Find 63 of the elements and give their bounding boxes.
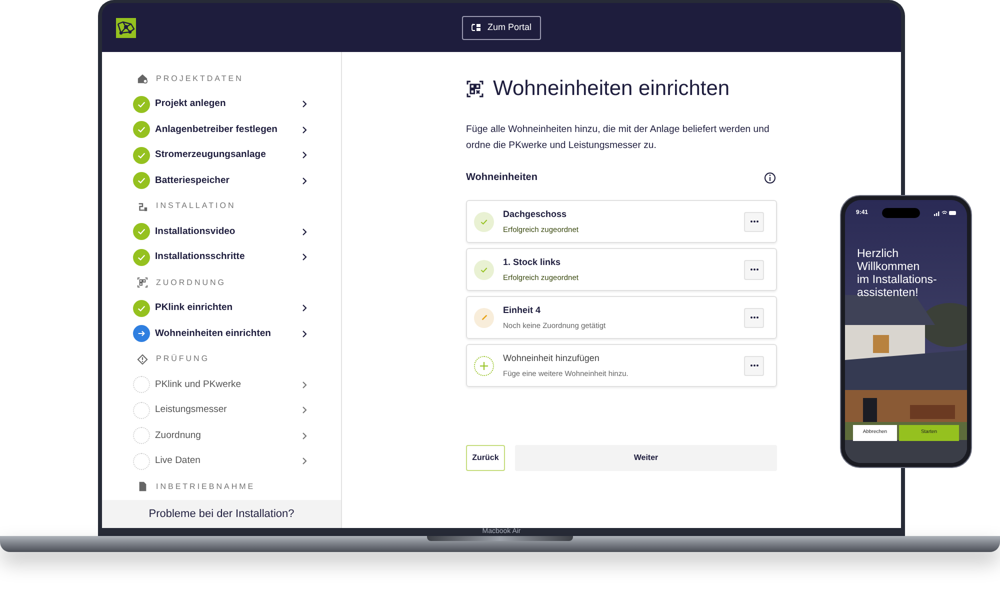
info-icon[interactable]: [764, 172, 776, 184]
camera-notch: [882, 208, 920, 218]
chevron-right-icon: [302, 176, 307, 185]
section-heading: INBETRIEBNAHME: [156, 480, 256, 493]
back-button[interactable]: Zurück: [466, 445, 505, 471]
sidebar-item[interactable]: Zuordnung: [102, 423, 341, 448]
house-icon: [137, 73, 148, 84]
more-button[interactable]: [744, 356, 764, 376]
more-button[interactable]: [744, 260, 764, 280]
check-icon: [474, 260, 494, 280]
sidebar-item[interactable]: Batteriespeicher: [102, 168, 341, 194]
chevron-right-icon: [302, 330, 307, 338]
section-heading: INSTALLATION: [156, 200, 236, 212]
section-heading: PRÜFUNG: [156, 353, 210, 366]
plug-icon: [137, 200, 148, 212]
chevron-right-icon: [302, 126, 307, 134]
check-icon: [474, 212, 494, 232]
portal-icon: [471, 23, 482, 32]
pencil-icon: [474, 308, 494, 328]
unit-name: Dachgeschoss: [503, 208, 568, 221]
sidebar-item[interactable]: PKlink und PKwerke: [102, 372, 341, 398]
page-title: Wohneinheiten einrichten: [493, 76, 730, 102]
portal-button[interactable]: Zum Portal: [462, 16, 540, 40]
more-icon: [750, 220, 758, 223]
document-icon: [137, 481, 148, 492]
qr-code-icon: [137, 277, 148, 288]
status-icons: [934, 210, 956, 216]
chevron-right-icon: [302, 406, 307, 414]
section-heading: PROJEKTDATEN: [156, 72, 244, 85]
sidebar-item[interactable]: Installationsvideo: [102, 219, 341, 244]
chevron-right-icon: [302, 253, 307, 262]
sidebar-item[interactable]: Anlagenbetreiber festlegen: [102, 117, 341, 142]
unit-name: Wohneinheit hinzufügen: [503, 352, 600, 365]
unit-name: 1. Stock links: [503, 256, 562, 269]
chevron-right-icon: [302, 228, 307, 236]
list-heading: Wohneinheiten: [466, 171, 538, 185]
add-icon: [474, 356, 494, 376]
more-icon: [750, 316, 758, 319]
more-icon: [750, 364, 758, 367]
sidebar-item[interactable]: Live Daten: [102, 448, 341, 474]
sidebar-item[interactable]: Leistungsmesser: [102, 398, 341, 423]
chevron-right-icon: [302, 100, 307, 108]
sidebar-item[interactable]: Projekt anlegen: [102, 92, 341, 117]
sidebar-item[interactable]: Installationsschritte: [102, 244, 341, 270]
welcome-text: Herzlich Willkommen im Installations- assistenten!: [857, 248, 937, 300]
unit-name: Einheit 4: [503, 304, 542, 317]
chevron-right-icon: [302, 304, 307, 312]
qr-code-icon: [466, 80, 484, 98]
more-icon: [750, 268, 758, 271]
warning-diamond-icon: [137, 354, 148, 365]
chevron-right-icon: [302, 457, 307, 466]
logo-icon: [116, 18, 136, 38]
sidebar-item[interactable]: Stromerzeugungsanlage: [102, 142, 341, 168]
section-heading: ZUORDNUNG: [156, 276, 226, 289]
more-button[interactable]: [744, 308, 764, 328]
chevron-right-icon: [302, 380, 307, 389]
sidebar-item[interactable]: PKlink einrichten: [102, 296, 341, 321]
next-button[interactable]: Weiter: [515, 445, 777, 471]
sidebar-item[interactable]: Wohneinheiten einrichten: [102, 321, 341, 346]
more-button[interactable]: [744, 212, 764, 232]
chevron-right-icon: [302, 151, 307, 160]
intro-text: Füge alle Wohneinheiten hinzu, die mit der Anlage beliefert werden und ordne die PKwerke und Leistungsmesser zu.: [466, 123, 770, 153]
chevron-right-icon: [302, 432, 307, 440]
